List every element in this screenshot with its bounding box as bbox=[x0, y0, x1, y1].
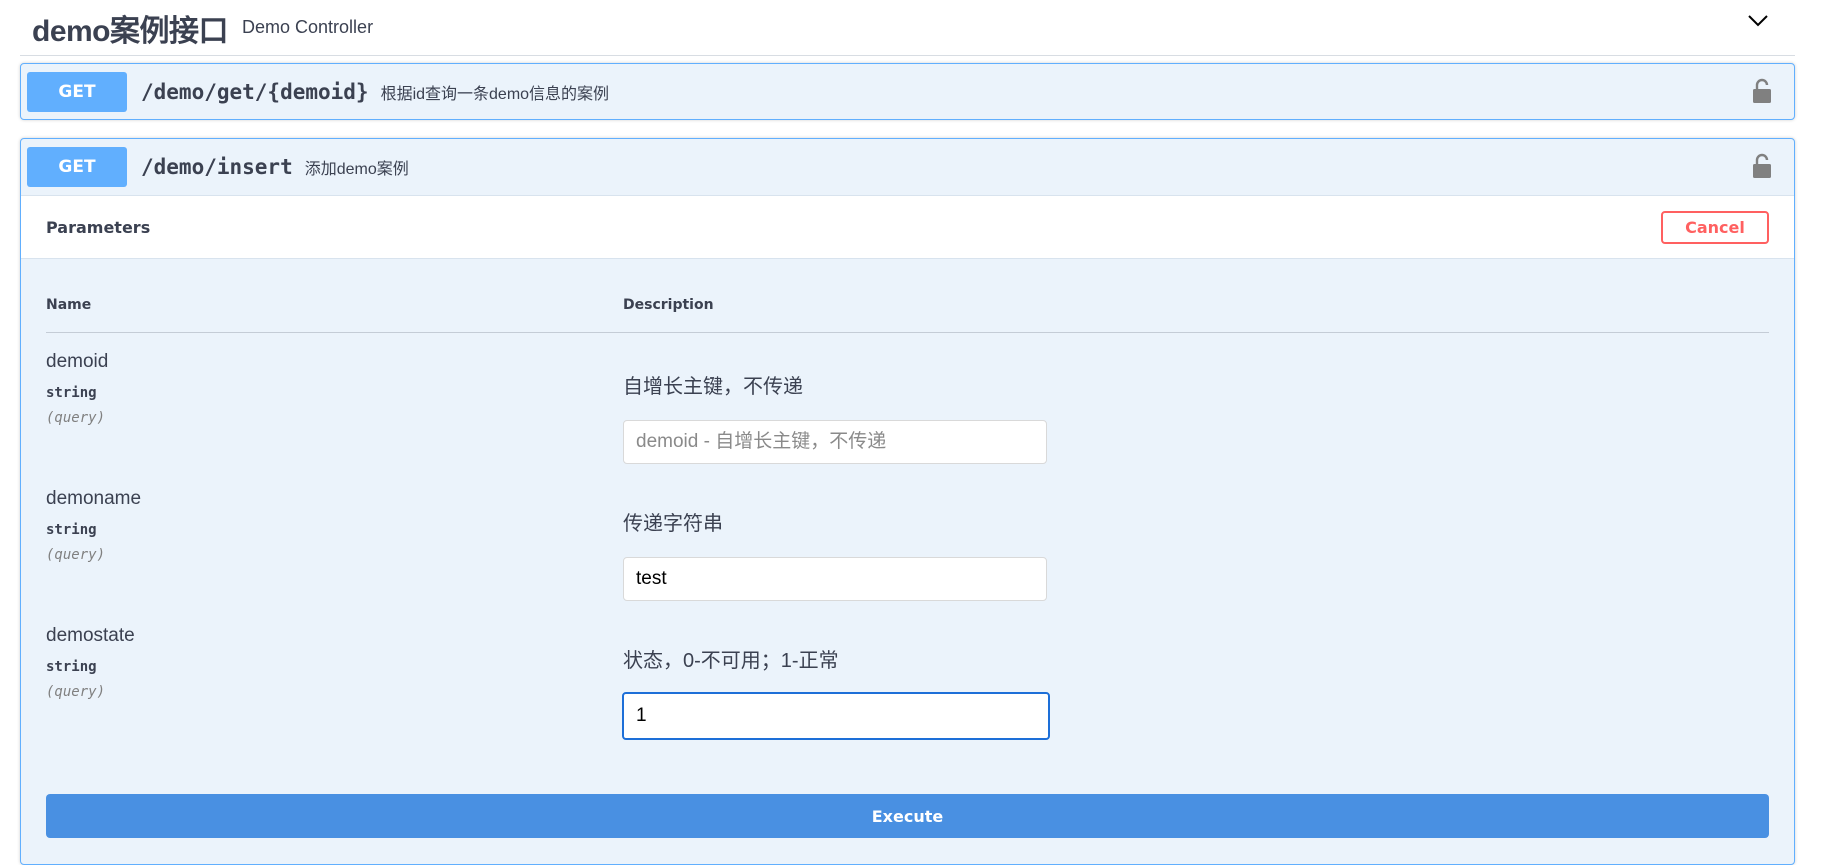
tag-header[interactable]: demo案例接口 Demo Controller bbox=[20, 0, 1795, 56]
column-header-name: Name bbox=[46, 297, 92, 313]
opblock-summary[interactable]: GET /demo/get/{demoid} 根据id查询一条demo信息的案例 bbox=[21, 64, 1794, 119]
opblock-insert-demo: GET /demo/insert 添加demo案例 Parameters Can… bbox=[20, 138, 1795, 865]
method-badge: GET bbox=[27, 71, 127, 112]
parameters-title: Parameters bbox=[46, 217, 151, 237]
param-in: (query) bbox=[46, 684, 106, 700]
tag-description: Demo Controller bbox=[242, 17, 374, 37]
demoid-input[interactable] bbox=[623, 420, 1047, 464]
param-name: demoid bbox=[46, 351, 109, 372]
operation-path: /demo/get/{demoid} bbox=[141, 79, 369, 104]
demostate-input[interactable] bbox=[622, 692, 1050, 740]
method-badge: GET bbox=[27, 146, 127, 187]
param-type: string bbox=[46, 385, 97, 401]
param-in: (query) bbox=[46, 410, 106, 426]
param-description: 传递字符串 bbox=[623, 513, 723, 535]
opblock-get-demo: GET /demo/get/{demoid} 根据id查询一条demo信息的案例 bbox=[20, 63, 1795, 120]
tag-title: demo案例接口 bbox=[32, 14, 229, 48]
param-name: demostate bbox=[46, 625, 135, 646]
lock-icon[interactable] bbox=[1752, 78, 1772, 104]
column-header-description: Description bbox=[623, 297, 714, 313]
cancel-button[interactable]: Cancel bbox=[1661, 211, 1769, 244]
param-description: 状态，0-不可用；1-正常 bbox=[623, 650, 839, 672]
param-description: 自增长主键，不传递 bbox=[623, 376, 803, 398]
chevron-down-icon[interactable] bbox=[1745, 8, 1771, 34]
header-divider bbox=[46, 332, 1769, 333]
param-in: (query) bbox=[46, 547, 106, 563]
parameters-header: Parameters Cancel bbox=[21, 195, 1794, 259]
param-type: string bbox=[46, 659, 97, 675]
lock-icon[interactable] bbox=[1752, 153, 1772, 179]
execute-button[interactable]: Execute bbox=[46, 794, 1769, 838]
param-type: string bbox=[46, 522, 97, 538]
demoname-input[interactable] bbox=[623, 557, 1047, 601]
operation-path: /demo/insert bbox=[141, 154, 293, 179]
operation-summary: 添加demo案例 bbox=[304, 160, 409, 178]
opblock-summary[interactable]: GET /demo/insert 添加demo案例 bbox=[21, 139, 1794, 194]
param-name: demoname bbox=[46, 488, 142, 509]
operation-summary: 根据id查询一条demo信息的案例 bbox=[380, 85, 610, 103]
